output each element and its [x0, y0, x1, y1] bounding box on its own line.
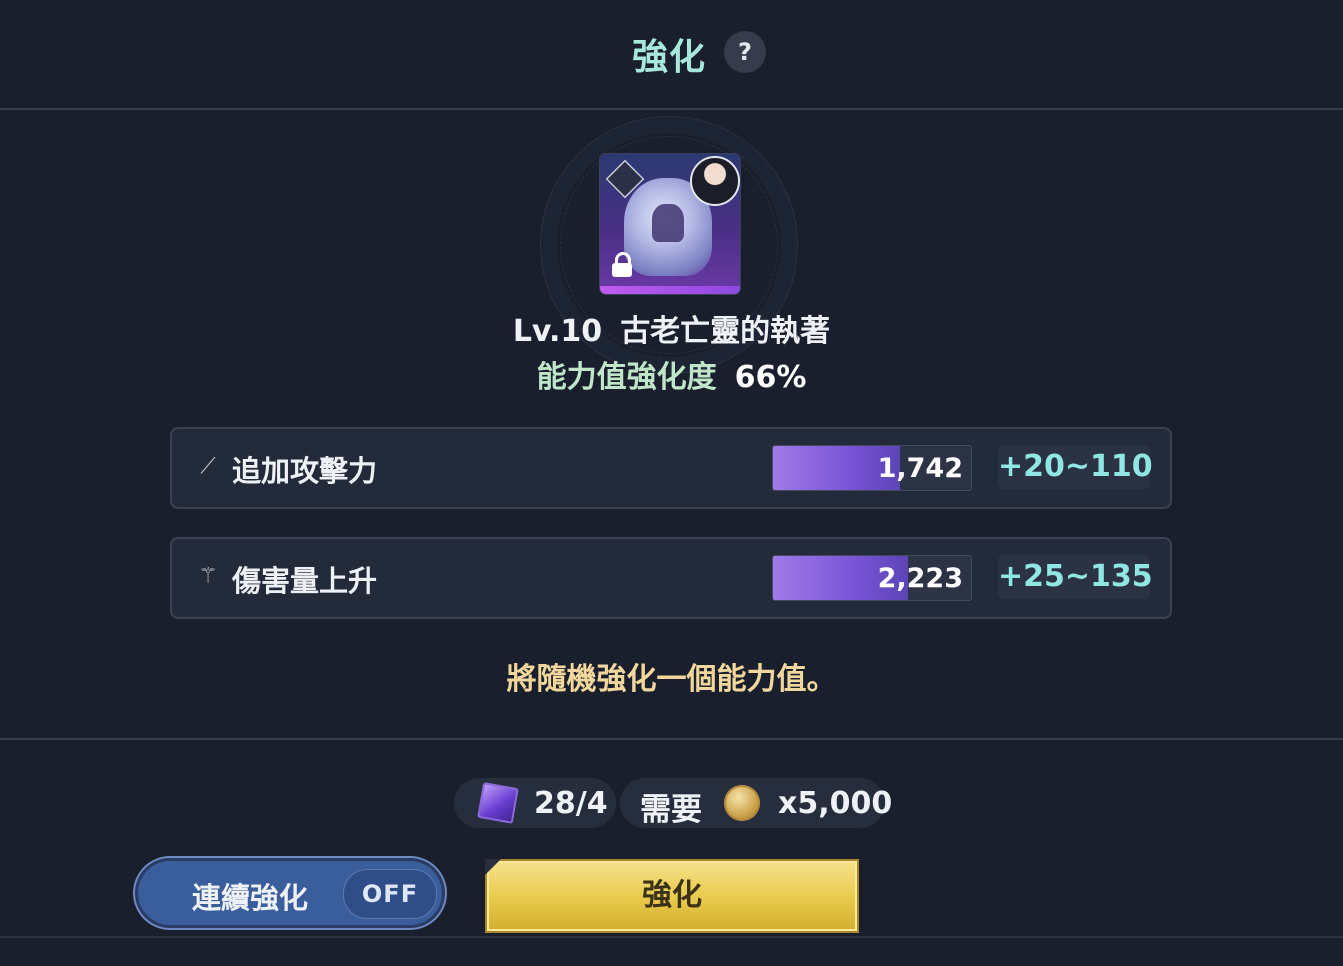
auto-enhance-state[interactable]: OFF	[343, 869, 437, 919]
lock-icon[interactable]	[610, 252, 634, 278]
stat-bar: 2,223	[772, 555, 972, 601]
page-title: 強化	[632, 37, 707, 78]
enhance-cube-icon	[477, 782, 519, 824]
stat-range: +20~110	[998, 445, 1153, 489]
damage-icon: ⚚	[198, 564, 218, 589]
gold-coin-icon	[724, 785, 760, 821]
stat-label: 傷害量上升	[232, 564, 378, 598]
stat-row-attack: ⟋ 追加攻擊力 1,742 +20~110	[170, 427, 1172, 509]
sword-icon: ⟋	[200, 454, 216, 479]
stat-value: 1,742	[877, 453, 963, 484]
demon-silhouette-icon	[652, 204, 684, 242]
item-title: Lv.10 古老亡靈的執著	[0, 306, 1343, 350]
help-button[interactable]: ?	[724, 31, 766, 73]
enhance-button[interactable]: 強化	[485, 859, 859, 933]
stat-range: +25~135	[998, 555, 1153, 599]
stat-label: 追加攻擊力	[232, 454, 378, 488]
enhance-rate-value: 66%	[734, 360, 807, 395]
gold-amount: x5,000	[778, 786, 893, 821]
material-count: 28/4	[534, 786, 608, 821]
divider	[0, 738, 1343, 740]
rarity-bar	[600, 286, 740, 294]
stat-value: 2,223	[877, 563, 963, 594]
header: 強化 ?	[0, 0, 1343, 110]
material-pill[interactable]: 28/4	[454, 778, 616, 828]
gold-cost-pill: 需要 x5,000	[620, 778, 892, 828]
auto-enhance-label: 連續強化	[192, 881, 309, 915]
item-level: Lv.10	[512, 314, 603, 349]
button-corner-decoration	[485, 859, 501, 875]
item-name: 古老亡靈的執著	[620, 314, 831, 349]
item-card[interactable]	[600, 154, 740, 294]
notice-text: 將隨機強化一個能力值。	[506, 662, 837, 697]
enhance-button-label: 強化	[642, 878, 702, 913]
enhance-rate: 能力值強化度 66%	[0, 352, 1343, 396]
enhance-rate-label: 能力值強化度	[536, 360, 717, 395]
stat-row-damage: ⚚ 傷害量上升 2,223 +25~135	[170, 537, 1172, 619]
character-avatar	[690, 156, 740, 206]
stat-bar: 1,742	[772, 445, 972, 491]
footer-divider	[0, 936, 1343, 938]
required-label: 需要	[640, 792, 702, 828]
auto-enhance-toggle[interactable]: 連續強化 OFF	[138, 861, 442, 925]
